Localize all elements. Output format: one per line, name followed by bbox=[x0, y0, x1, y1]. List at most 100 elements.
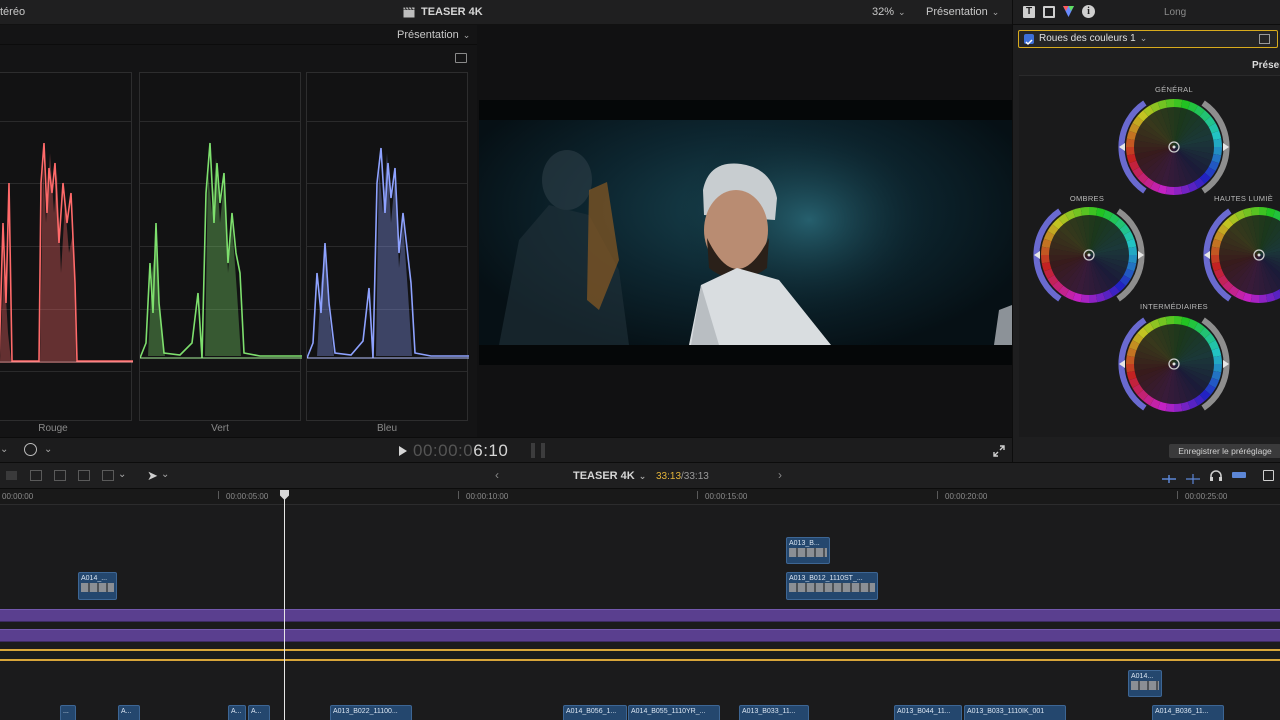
timeline-clip[interactable]: A013_B044_11... bbox=[894, 705, 962, 720]
audio-track-line[interactable] bbox=[0, 649, 1280, 651]
inspector-tab-bar: T i Long bbox=[1013, 0, 1280, 25]
scope-panel-green bbox=[139, 72, 302, 421]
ruler-tick-mark bbox=[697, 491, 698, 499]
music-track-2[interactable] bbox=[0, 629, 1280, 642]
history-back-icon[interactable]: ‹ bbox=[495, 468, 499, 482]
green-waveform bbox=[140, 142, 302, 359]
history-forward-icon[interactable]: › bbox=[778, 468, 782, 482]
timeline-clip[interactable]: ... bbox=[60, 705, 76, 720]
color-icon[interactable] bbox=[1062, 5, 1075, 18]
timecode-display[interactable]: 00:00:06:10 bbox=[413, 441, 508, 461]
duration-current: 33:13 bbox=[656, 471, 682, 482]
view-menu[interactable]: Présentation ⌄ bbox=[926, 6, 999, 18]
effect-name[interactable]: Roues des couleurs 1 ⌄ bbox=[1039, 33, 1147, 44]
chevron-down-icon[interactable]: ⌄ bbox=[118, 469, 126, 480]
insert-clip-icon[interactable] bbox=[6, 471, 17, 480]
play-icon[interactable] bbox=[399, 446, 407, 456]
timeline-clip[interactable]: A014... bbox=[1128, 670, 1162, 697]
audio-mode-label[interactable]: téréo bbox=[0, 6, 25, 18]
connect-clip-icon[interactable] bbox=[30, 470, 42, 481]
clip-name: A013_B... bbox=[789, 540, 820, 547]
speed-gauge-icon[interactable] bbox=[24, 443, 37, 456]
chevron-down-icon: ⌄ bbox=[898, 7, 906, 17]
chevron-down-icon[interactable]: ⌄ bbox=[0, 444, 8, 455]
duration-label: Long bbox=[1164, 7, 1187, 18]
clip-appearance-icon[interactable] bbox=[1263, 470, 1274, 481]
append-clip-icon[interactable] bbox=[78, 470, 90, 481]
scope-label-red: Rouge bbox=[38, 423, 68, 434]
timeline-clip[interactable]: A014_B036_11... bbox=[1152, 705, 1224, 720]
color-wheel-midtones[interactable] bbox=[1116, 306, 1232, 422]
video-frame[interactable] bbox=[479, 100, 1012, 365]
overwrite-clip-icon[interactable] bbox=[102, 470, 114, 481]
insert-edit-icon[interactable] bbox=[54, 470, 66, 481]
select-tool-icon[interactable]: ➤ bbox=[147, 468, 158, 484]
timeline-clip[interactable]: A014_B055_1110YR_... bbox=[628, 705, 720, 720]
mask-icon[interactable] bbox=[1259, 34, 1270, 44]
chevron-down-icon: ⌄ bbox=[1139, 33, 1148, 43]
clip-name: A013_B012_1110ST_... bbox=[789, 575, 863, 582]
color-wheel-shadows[interactable] bbox=[1031, 197, 1147, 313]
save-preset-button[interactable]: Enregistrer le préréglage bbox=[1169, 444, 1280, 458]
ruler-tick: 00:00:25:00 bbox=[1185, 492, 1228, 501]
color-wheel-highlights[interactable] bbox=[1201, 197, 1280, 313]
snapping-icon[interactable] bbox=[1186, 471, 1200, 484]
timeline-clip[interactable]: A013_B033_11... bbox=[739, 705, 809, 720]
audio-meter-left bbox=[531, 443, 535, 458]
clip-name: A014_B056_1... bbox=[566, 708, 617, 715]
clip-name: A014_B036_11... bbox=[1155, 708, 1209, 715]
timeline-project-menu[interactable]: TEASER 4K ⌄ bbox=[573, 470, 646, 482]
chevron-down-icon: ⌄ bbox=[991, 7, 1000, 17]
timeline-clip[interactable]: A013_B033_1110IK_001 bbox=[964, 705, 1066, 720]
presentation-menu[interactable]: Présen bbox=[1252, 60, 1280, 71]
skimming-icon[interactable] bbox=[1232, 472, 1246, 478]
clip-name: A014_... bbox=[81, 575, 108, 582]
timecode-bright: 6:10 bbox=[473, 441, 509, 460]
scope-settings-icon[interactable] bbox=[455, 53, 467, 63]
scope-label-blue: Bleu bbox=[376, 423, 397, 434]
effect-name-label: Roues des couleurs 1 bbox=[1039, 33, 1136, 44]
effect-selector[interactable]: Roues des couleurs 1 ⌄ bbox=[1018, 30, 1278, 48]
zoom-to-fit-icon[interactable] bbox=[1162, 471, 1176, 483]
timeline-clip[interactable]: A... bbox=[228, 705, 246, 720]
color-wheel-global[interactable] bbox=[1116, 89, 1232, 205]
scopes-view-menu[interactable]: Présentation ⌄ bbox=[397, 29, 470, 41]
scopes-view-label: Présentation bbox=[397, 29, 459, 41]
headphones-icon[interactable] bbox=[1209, 469, 1223, 482]
music-track-1[interactable] bbox=[0, 609, 1280, 622]
timeline-clip[interactable]: A... bbox=[118, 705, 140, 720]
scope-label-green: Vert bbox=[211, 423, 229, 434]
ruler-tick-mark bbox=[1177, 491, 1178, 499]
film-icon[interactable] bbox=[1043, 6, 1055, 18]
audio-track-line[interactable] bbox=[0, 659, 1280, 661]
checkbox-icon[interactable] bbox=[1024, 34, 1034, 46]
timeline-ruler[interactable]: 00:00:00 00:00:05:00 00:00:10:00 00:00:1… bbox=[0, 489, 1280, 505]
clip-name: A014... bbox=[1131, 673, 1154, 680]
ruler-tick-mark bbox=[937, 491, 938, 499]
ruler-tick: 00:00:05:00 bbox=[226, 492, 269, 501]
clip-thumbnails bbox=[789, 548, 827, 557]
playhead[interactable] bbox=[284, 496, 285, 720]
zoom-menu[interactable]: 32% ⌄ bbox=[872, 6, 906, 18]
red-waveform bbox=[0, 142, 133, 363]
duration-total: /33:13 bbox=[681, 471, 709, 482]
clip-name: A013_B033_1110IK_001 bbox=[967, 708, 1045, 715]
timeline-project-name: TEASER 4K bbox=[573, 470, 635, 482]
fullscreen-icon[interactable] bbox=[993, 444, 1005, 457]
timeline-area[interactable]: A013_B... A014_... A013_B012_1110ST_... … bbox=[0, 505, 1280, 720]
timeline-clip[interactable]: A013_B... bbox=[786, 537, 830, 564]
clip-thumbnails bbox=[81, 583, 114, 592]
chevron-down-icon[interactable]: ⌄ bbox=[44, 444, 52, 455]
clip-name: A... bbox=[121, 708, 132, 715]
clip-name: A013_B033_11... bbox=[742, 708, 796, 715]
timeline-clip[interactable]: A... bbox=[248, 705, 270, 720]
chevron-down-icon[interactable]: ⌄ bbox=[161, 469, 169, 480]
scopes-header: Présentation ⌄ bbox=[0, 25, 477, 45]
timeline-clip[interactable]: A014_B056_1... bbox=[563, 705, 627, 720]
timeline-clip[interactable]: A013_B012_1110ST_... bbox=[786, 572, 878, 600]
text-inspector-icon[interactable]: T bbox=[1023, 6, 1035, 18]
info-icon[interactable]: i bbox=[1082, 5, 1095, 18]
timeline-clip[interactable]: A014_... bbox=[78, 572, 117, 600]
clip-name: A013_B022_11100... bbox=[333, 708, 398, 715]
timeline-clip[interactable]: A013_B022_11100... bbox=[330, 705, 412, 720]
